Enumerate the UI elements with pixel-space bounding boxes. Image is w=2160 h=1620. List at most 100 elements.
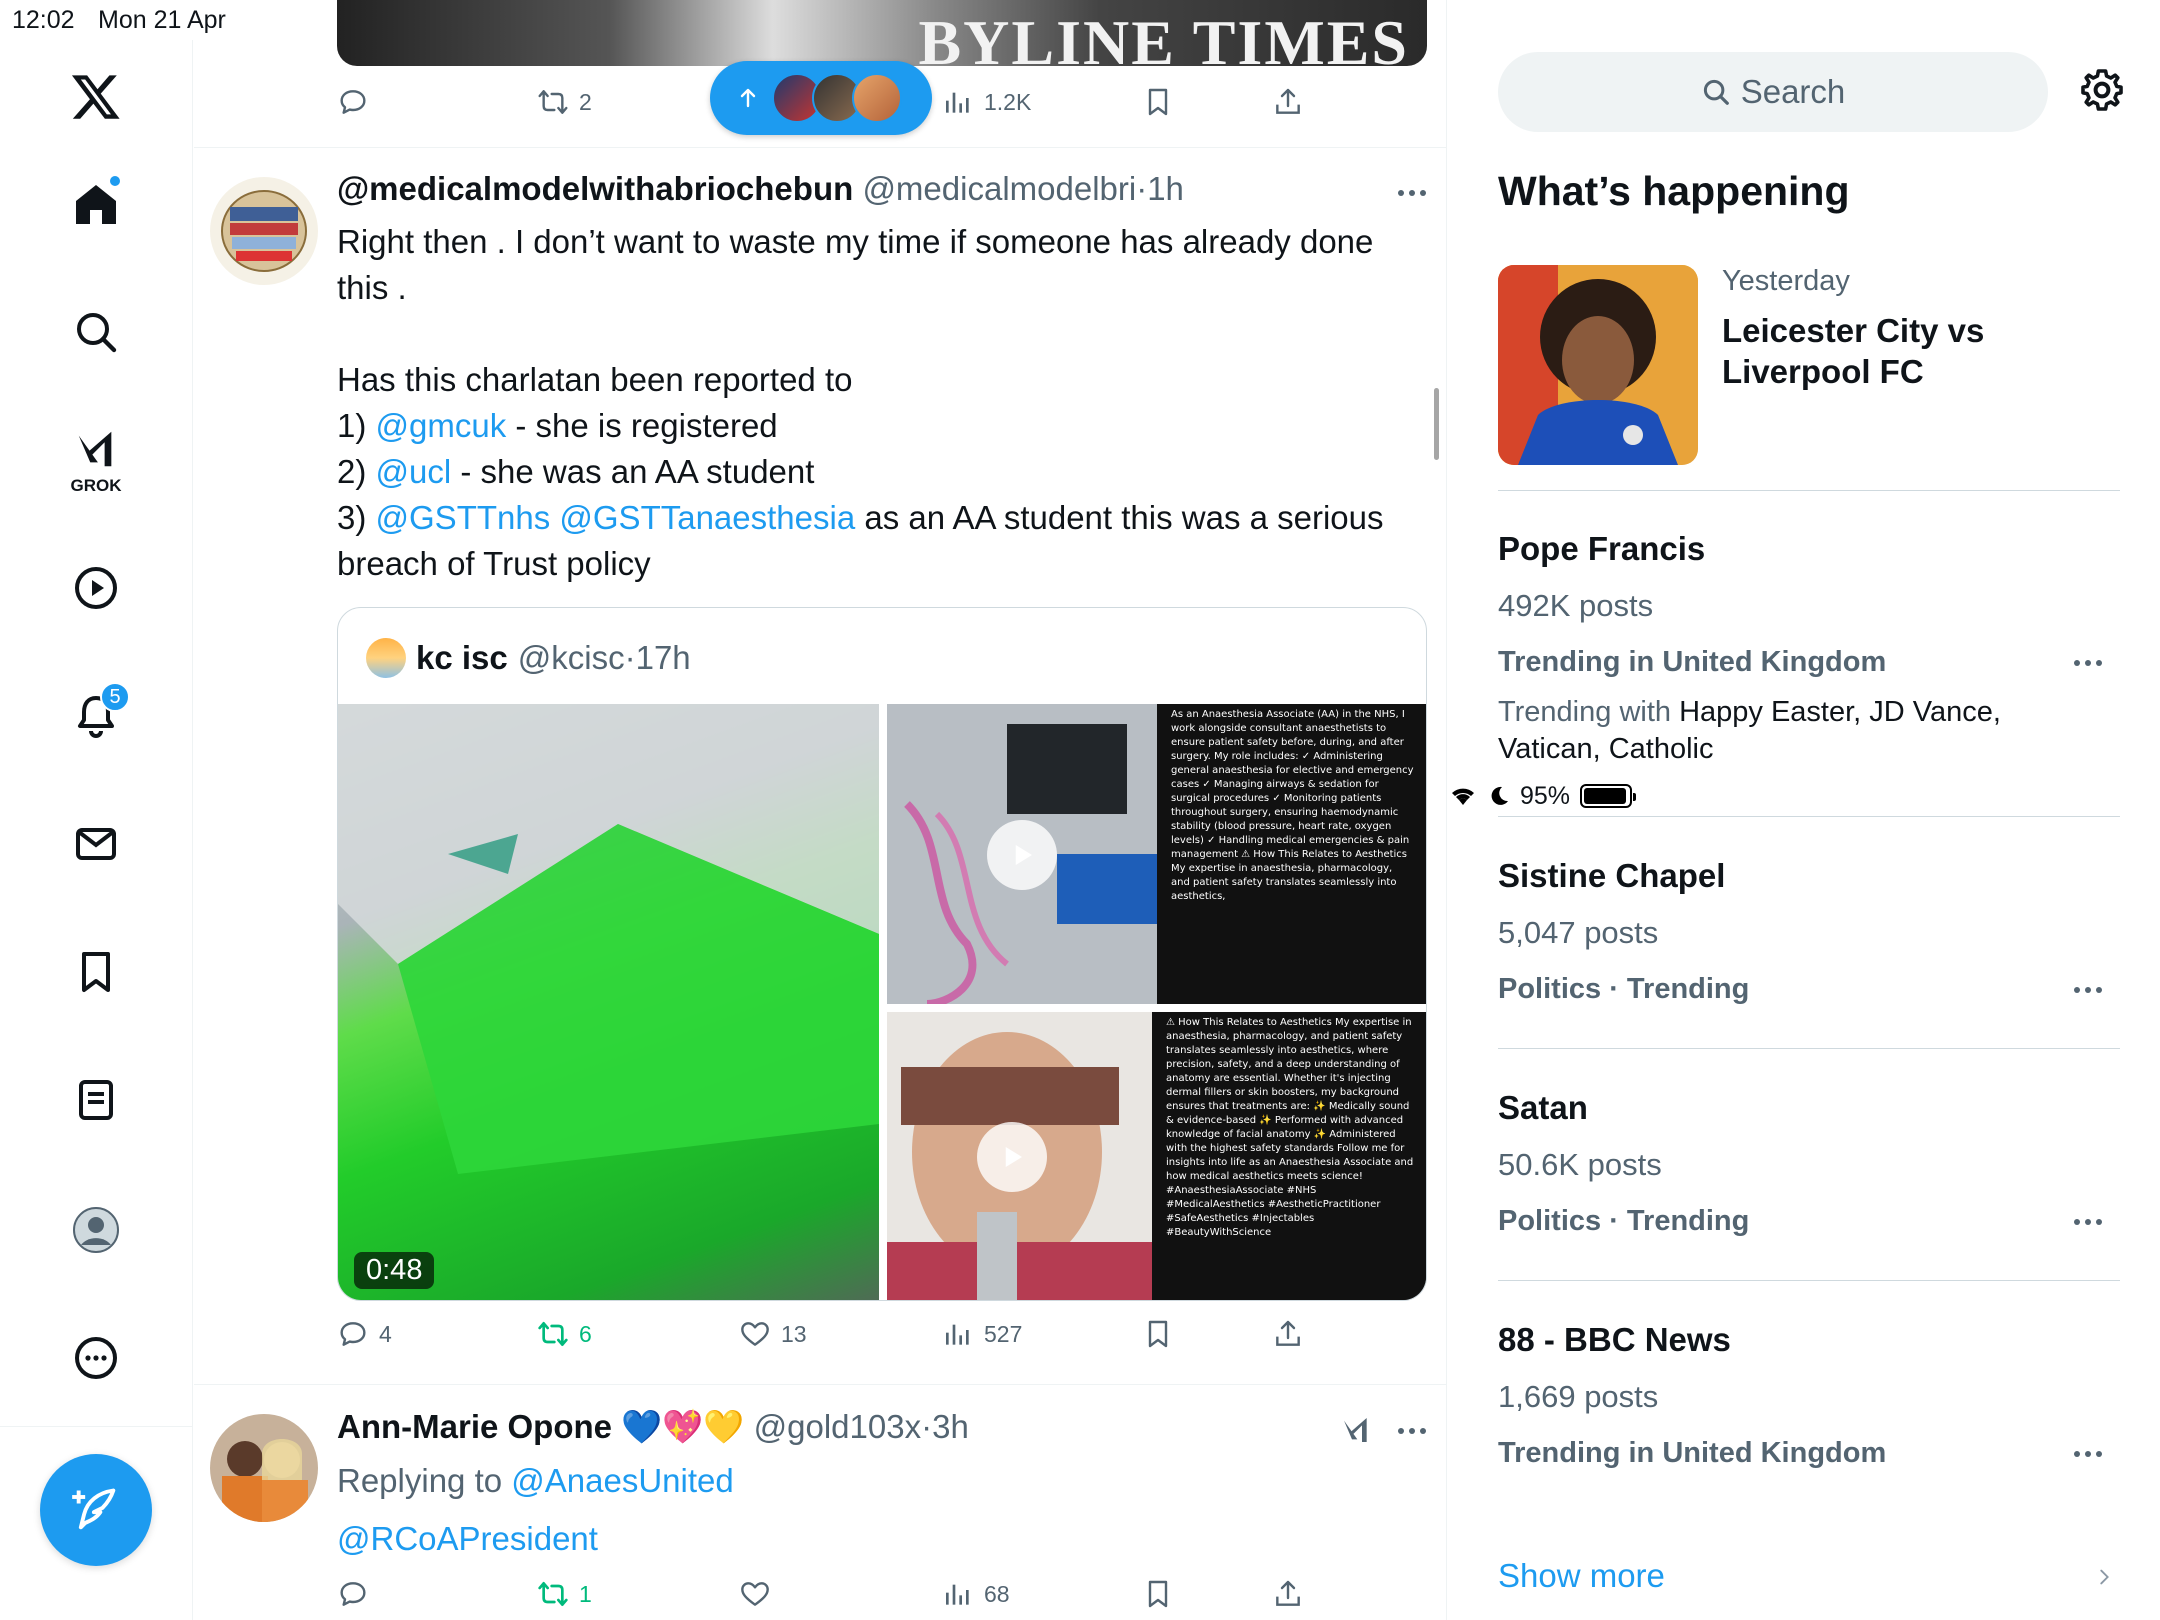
dot <box>2074 1219 2080 1225</box>
featured-image[interactable] <box>1498 265 1698 465</box>
avatar[interactable] <box>210 1414 318 1522</box>
dot <box>1420 1428 1426 1434</box>
video-thumbnail[interactable]: As an Anaesthesia Associate (AA) in the … <box>887 704 1426 1004</box>
scrollbar[interactable] <box>1434 388 1439 460</box>
like-button[interactable] <box>739 1578 771 1610</box>
reply-icon <box>340 1322 366 1346</box>
trend-more-button[interactable] <box>2074 1219 2102 1225</box>
search-input[interactable]: Search <box>1498 52 2048 132</box>
play-icon <box>1005 1147 1022 1167</box>
views-bar-icon <box>946 1584 969 1605</box>
trend-more-button[interactable] <box>2074 660 2102 666</box>
trending-with: Trending with Happy Easter, JD Vance, Va… <box>1498 694 2098 768</box>
gear-icon[interactable] <box>2078 66 2126 114</box>
more-options-button[interactable] <box>1398 190 1426 196</box>
trend-count: 5,047 posts <box>1498 915 1659 950</box>
mention-link[interactable]: @ucl <box>376 453 452 490</box>
reply-button[interactable]: 4 <box>337 1318 392 1350</box>
reply-count: 4 <box>379 1320 392 1347</box>
views-button[interactable]: 68 <box>942 1578 1010 1610</box>
heart-icon <box>741 1582 769 1606</box>
trend-more-button[interactable] <box>2074 1451 2102 1457</box>
mention-link[interactable]: @gmcuk <box>376 407 507 444</box>
tweet-body: Right then . I don’t want to waste my ti… <box>337 219 1427 587</box>
play-button[interactable] <box>987 820 1057 890</box>
new-posts-pill[interactable] <box>710 61 932 135</box>
trend-context: Trending in United Kingdom <box>1498 646 1887 678</box>
compose-button[interactable] <box>40 1454 152 1566</box>
top-post-media[interactable]: BYLINE TIMES <box>337 0 1427 66</box>
trending-with-label: Trending with <box>1498 696 1672 728</box>
nav-profile[interactable] <box>56 1190 136 1270</box>
nav-explore[interactable] <box>56 292 136 372</box>
views-count: 527 <box>984 1320 1023 1347</box>
chevron-right-icon[interactable] <box>2093 1566 2115 1588</box>
more-options-button[interactable] <box>1398 1428 1426 1434</box>
timeline-feed: BYLINE TIMES 2 1.2K @medicalmodelwithabr… <box>194 0 1447 1620</box>
nav-lists[interactable] <box>56 1060 136 1140</box>
nav-messages[interactable] <box>56 804 136 884</box>
share-button[interactable] <box>1272 1318 1304 1350</box>
views-bar-icon <box>946 92 969 113</box>
trend-divider <box>1498 816 2120 817</box>
views-button[interactable]: 1.2K <box>942 86 1031 118</box>
post-time[interactable]: 1h <box>1147 170 1184 207</box>
avatar[interactable] <box>210 177 318 285</box>
trend-title[interactable]: Satan <box>1498 1089 1588 1127</box>
tweet-header: Ann-Marie Opone 💙💖💛 @gold103x·3h <box>337 1408 969 1447</box>
play-button[interactable] <box>977 1122 1047 1192</box>
tweet-line: Right then . I don’t want to waste my ti… <box>337 223 1374 260</box>
trend-title[interactable]: Sistine Chapel <box>1498 857 1725 895</box>
compose-feather-icon <box>72 1488 116 1530</box>
views-button[interactable]: 527 <box>942 1318 1022 1350</box>
x-logo[interactable] <box>56 56 136 136</box>
retweet-button[interactable]: 2 <box>537 86 592 118</box>
post-divider <box>194 1384 1446 1385</box>
author-handle[interactable]: @gold103x <box>754 1408 921 1445</box>
retweet-button[interactable]: 6 <box>537 1318 592 1350</box>
mention-link[interactable]: @AnaesUnited <box>511 1462 733 1499</box>
featured-when: Yesterday <box>1722 265 1850 297</box>
mention-link[interactable]: @GSTTnhs @GSTTanaesthesia <box>376 499 856 536</box>
reply-button[interactable] <box>337 1578 369 1610</box>
bookmark-button[interactable] <box>1142 86 1174 118</box>
trend-more-button[interactable] <box>2074 987 2102 993</box>
author-handle[interactable]: @medicalmodelbri <box>862 170 1136 207</box>
nav-videos[interactable] <box>56 548 136 628</box>
video-player[interactable]: 0:48 <box>338 704 879 1300</box>
nav-grok[interactable]: GROK <box>56 418 136 498</box>
nav-bookmarks[interactable] <box>56 932 136 1012</box>
nav-more[interactable] <box>56 1318 136 1398</box>
mention-link[interactable]: @RCoAPresident <box>337 1520 598 1557</box>
video-thumbnail[interactable]: ⚠ How This Relates to Aesthetics My expe… <box>887 1012 1426 1300</box>
grok-button[interactable] <box>1340 1414 1372 1446</box>
bookmark-button[interactable] <box>1142 1318 1174 1350</box>
new-post-avatar <box>852 73 902 123</box>
post-time[interactable]: 3h <box>932 1408 969 1445</box>
trend-context: Trending in United Kingdom <box>1498 1437 1887 1469</box>
author-name[interactable]: @medicalmodelwithabriochebun <box>337 170 853 207</box>
dot <box>1398 1428 1404 1434</box>
bookmark-icon <box>1148 1320 1168 1348</box>
nav-home[interactable] <box>56 164 136 244</box>
trend-title[interactable]: 88 - BBC News <box>1498 1321 1731 1359</box>
author-name[interactable]: Ann-Marie Opone <box>337 1408 612 1445</box>
trend-title[interactable]: Pope Francis <box>1498 530 1705 568</box>
reply-button[interactable] <box>337 86 369 118</box>
trend-context: Politics · Trending <box>1498 973 1750 1005</box>
featured-title[interactable]: Leicester City vs Liverpool FC <box>1722 310 2082 392</box>
like-button[interactable]: 13 <box>739 1318 807 1350</box>
retweet-button[interactable]: 1 <box>537 1578 592 1610</box>
trend-count: 1,669 posts <box>1498 1379 1659 1414</box>
dot <box>2074 660 2080 666</box>
list-text: - she was an AA student <box>451 453 815 490</box>
retweet-icon <box>538 1322 568 1346</box>
bookmark-button[interactable] <box>1142 1578 1174 1610</box>
share-button[interactable] <box>1272 86 1304 118</box>
nav-notifications[interactable]: 5 <box>56 676 136 756</box>
share-button[interactable] <box>1272 1578 1304 1610</box>
search-placeholder: Search <box>1740 73 1846 110</box>
show-more-link[interactable]: Show more <box>1498 1557 1665 1595</box>
quoted-tweet[interactable]: kc isc @kcisc · 17h 0:48 As an Anaesthesia… <box>337 607 1427 1301</box>
trend-count: 492K posts <box>1498 588 1654 623</box>
